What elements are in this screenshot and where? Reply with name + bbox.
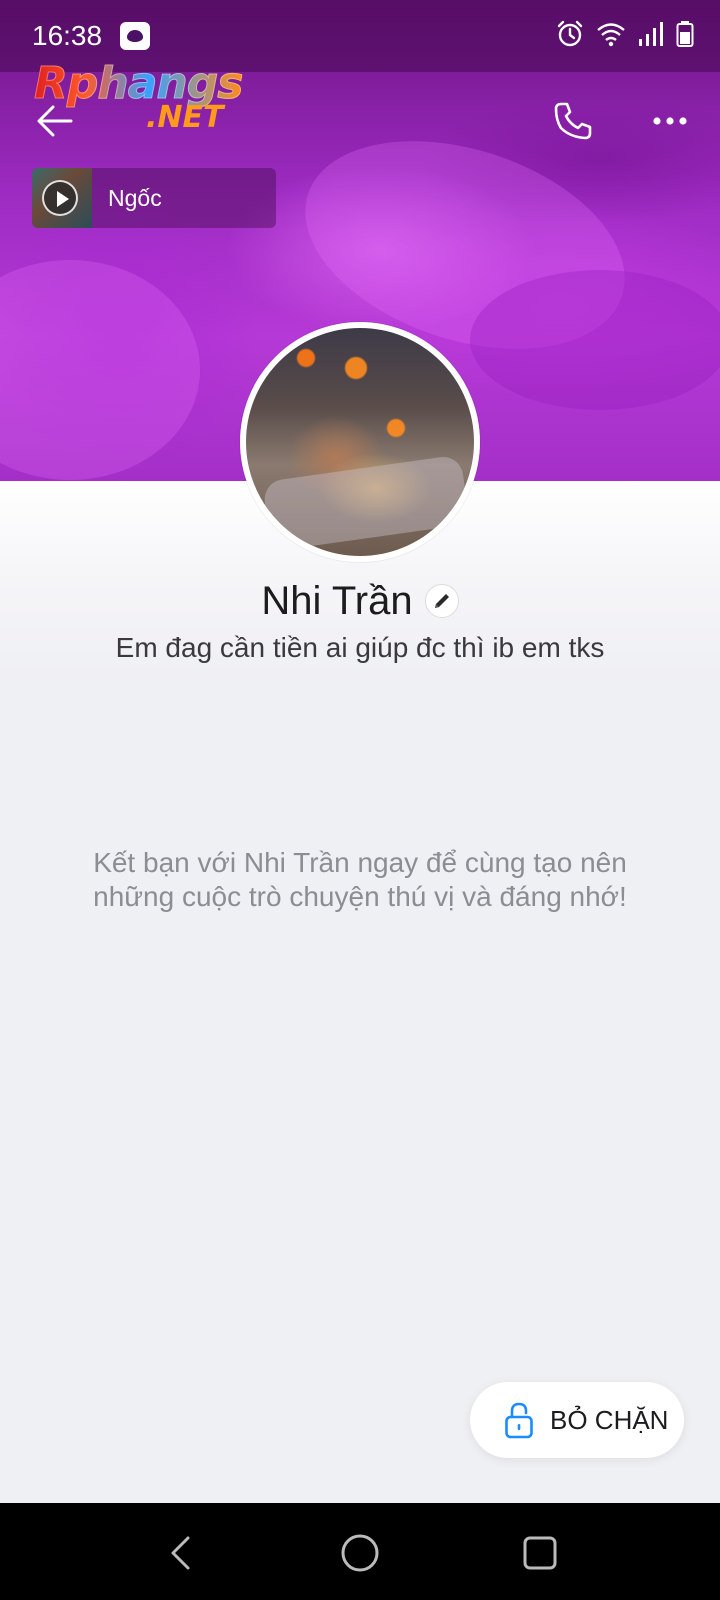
cover-shape: [470, 270, 720, 410]
logo-sub-text: .NET: [146, 100, 224, 135]
battery-icon: [676, 21, 694, 47]
more-icon: [653, 117, 687, 125]
more-button[interactable]: [645, 96, 695, 146]
nav-recents-icon: [523, 1536, 557, 1570]
unblock-label: BỎ CHẶN: [550, 1404, 669, 1435]
friend-prompt: Kết bạn với Nhi Trần ngay để cùng tạo nê…: [93, 847, 627, 912]
call-button[interactable]: [548, 96, 598, 146]
alarm-icon: [557, 20, 583, 47]
nav-recents-button[interactable]: [518, 1531, 562, 1575]
story-name: Ngốc: [108, 184, 162, 211]
play-icon: [42, 180, 78, 216]
story-thumbnail: [32, 168, 92, 228]
status-time: 16:38: [32, 20, 103, 51]
avatar[interactable]: [240, 322, 480, 562]
back-button[interactable]: [30, 96, 80, 146]
nav-home-icon: [341, 1534, 379, 1572]
signal-icon: [639, 22, 663, 46]
edit-name-button[interactable]: [424, 584, 459, 618]
story-chip[interactable]: Ngốc: [32, 168, 276, 228]
app-notification-icon: [120, 22, 150, 50]
phone-icon: [554, 102, 592, 140]
status-icons: [556, 20, 694, 48]
nav-back-icon: [171, 1536, 190, 1570]
name-row: Nhi Trần: [0, 576, 720, 626]
profile-bio: Em đag cần tiền ai giúp đc thì ib em tks: [115, 632, 605, 663]
nav-home-button[interactable]: [338, 1531, 382, 1575]
back-arrow-icon: [37, 105, 73, 137]
unblock-button[interactable]: BỎ CHẶN: [470, 1382, 684, 1458]
unlock-icon: [505, 1402, 533, 1439]
nav-back-button[interactable]: [158, 1531, 202, 1575]
wifi-icon: [597, 23, 625, 47]
system-nav-bar: [0, 1503, 720, 1600]
cover-shape: [0, 260, 200, 480]
pencil-icon: [434, 594, 449, 608]
profile-name: Nhi Trần: [261, 578, 413, 623]
